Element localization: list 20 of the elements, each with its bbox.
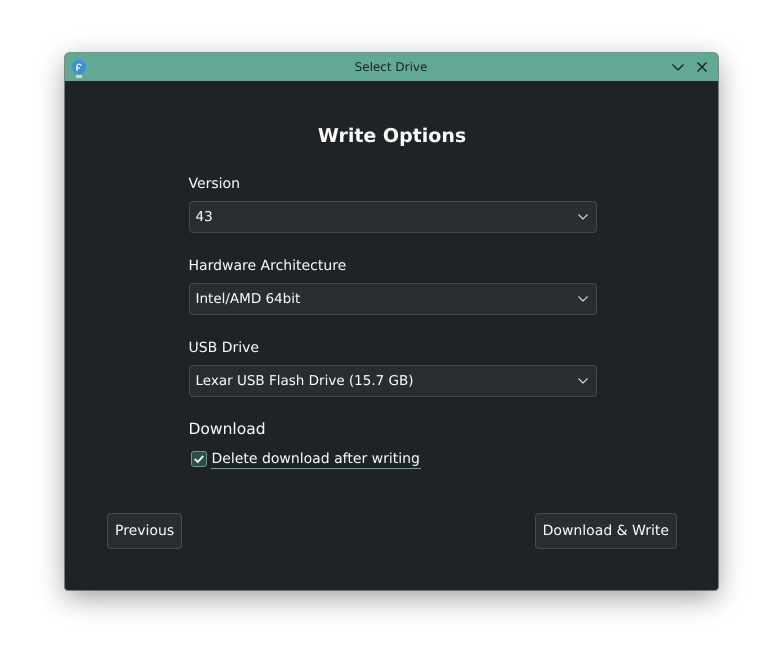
- dropdown-select[interactable]: Lexar USB Flash Drive (15.7 GB): [188, 365, 596, 397]
- chevron-down-icon: [578, 214, 588, 220]
- dropdown-select[interactable]: 43: [188, 201, 596, 233]
- page-heading: Write Options: [318, 124, 466, 148]
- action-button[interactable]: Previous: [107, 513, 182, 549]
- chevron-down-icon: [672, 64, 684, 70]
- checkbox-label[interactable]: Delete download after writing: [210, 450, 421, 468]
- field-label: USB Drive: [188, 339, 260, 357]
- close-icon: [697, 62, 707, 72]
- chevron-down-icon: [578, 296, 588, 302]
- checkbox[interactable]: [190, 451, 206, 467]
- dropdown-select[interactable]: Intel/AMD 64bit: [188, 283, 596, 315]
- section-heading: Download: [188, 419, 266, 439]
- checkmark-icon: [194, 455, 204, 463]
- app-icon: [72, 60, 86, 78]
- field-label: Version: [188, 175, 240, 193]
- action-button[interactable]: Download & Write: [534, 513, 677, 549]
- chevron-down-icon: [578, 378, 588, 384]
- field-label: Hardware Architecture: [188, 257, 346, 275]
- window-title: Select Drive: [354, 60, 428, 74]
